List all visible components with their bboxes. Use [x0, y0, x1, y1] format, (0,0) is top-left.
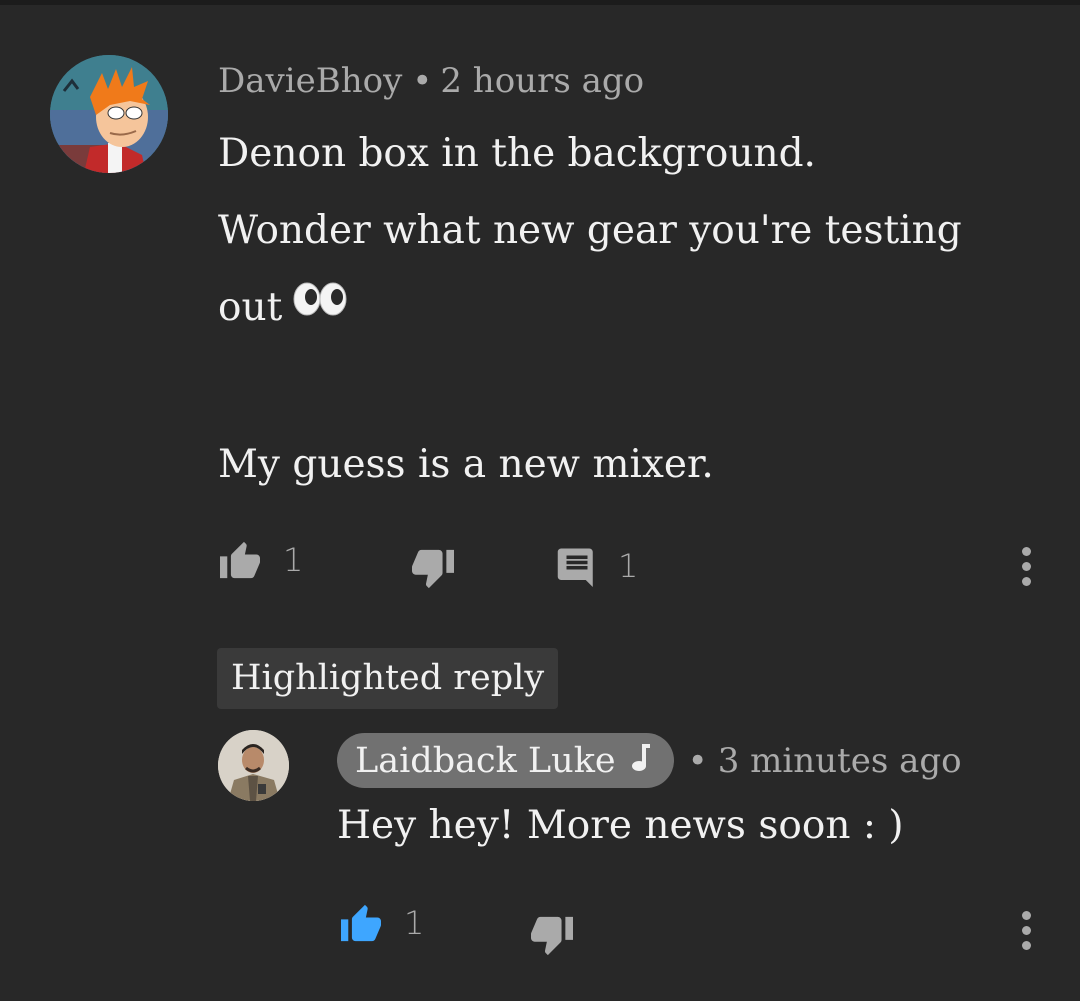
- more-dot: [1021, 547, 1031, 556]
- comment-line: My guess is a new mixer.: [218, 441, 714, 487]
- avatar-laidback-luke[interactable]: [218, 730, 289, 801]
- reply-text: Hey hey! More news soon : ): [337, 803, 904, 848]
- reply-time[interactable]: 3 minutes ago: [718, 741, 962, 781]
- dislike-button[interactable]: [410, 548, 456, 590]
- more-dot: [1021, 926, 1031, 935]
- reply-dislike-button[interactable]: [529, 915, 575, 957]
- meta-separator: •: [687, 740, 708, 781]
- like-button[interactable]: 1: [217, 540, 303, 580]
- comment-line: Wonder what new gear you're testing: [218, 208, 962, 253]
- reply-like-count: 1: [404, 904, 425, 942]
- comment-text: Denon box in the background. Wonder what…: [218, 115, 1048, 503]
- reply-author-chip[interactable]: Laidback Luke: [337, 733, 674, 788]
- comment-icon: [557, 548, 593, 587]
- comment-line: Denon box in the background.: [218, 131, 816, 176]
- more-dot: [1021, 577, 1031, 586]
- comment-line-with-emoji: out: [218, 269, 1048, 349]
- music-note-icon: [630, 741, 650, 781]
- more-dot: [1021, 911, 1031, 920]
- thumbs-up-icon: [341, 904, 381, 942]
- comment-time[interactable]: 2 hours ago: [440, 61, 644, 101]
- reply-more-icon[interactable]: [1020, 911, 1032, 950]
- more-dot: [1021, 562, 1031, 571]
- comment-thread: DavieBhoy • 2 hours ago Denon box in the b…: [0, 0, 1080, 1001]
- avatar-daviebhoy[interactable]: [50, 55, 168, 173]
- highlighted-reply-badge: Highlighted reply: [217, 648, 559, 709]
- reply-button[interactable]: 1: [556, 545, 638, 587]
- eyes-emoji-icon: [292, 266, 348, 343]
- meta-separator: •: [412, 61, 433, 101]
- thumbs-down-icon: [412, 549, 454, 589]
- reply-meta: Laidback Luke • 3 minutes ago: [337, 733, 962, 788]
- reply-author: Laidback Luke: [355, 740, 616, 781]
- thumbs-down-icon: [531, 916, 573, 956]
- reply-like-button[interactable]: 1: [338, 903, 424, 943]
- like-count: 1: [283, 541, 304, 579]
- comment-author[interactable]: DavieBhoy: [218, 61, 402, 101]
- comment-meta: DavieBhoy • 2 hours ago: [218, 61, 644, 101]
- thumbs-up-icon: [220, 541, 260, 579]
- reply-count: 1: [618, 547, 639, 585]
- comment-more-icon[interactable]: [1020, 547, 1032, 586]
- more-dot: [1021, 941, 1031, 950]
- comment-line: out: [218, 285, 283, 330]
